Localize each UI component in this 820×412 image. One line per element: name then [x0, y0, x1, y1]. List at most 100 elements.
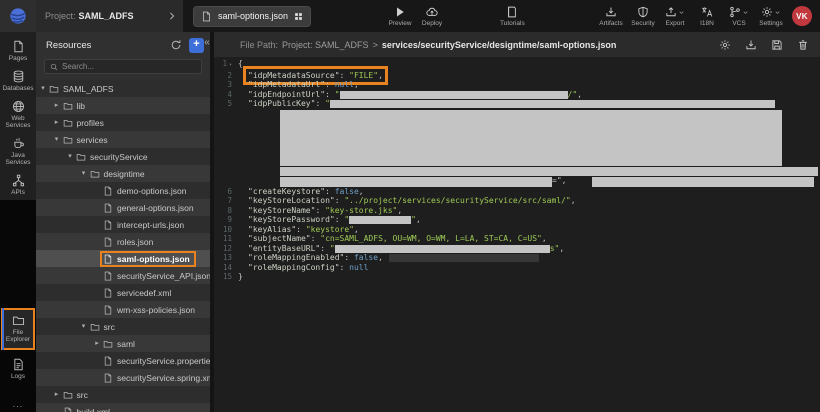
grid-icon[interactable]	[294, 12, 303, 21]
line-number: 15	[214, 272, 238, 282]
trash-icon[interactable]	[797, 39, 809, 51]
code-line-content: "roleMappingConfig": null	[248, 263, 368, 273]
code-line-content: =",	[280, 176, 814, 187]
tree-item-label: lib	[77, 101, 86, 111]
preview-button[interactable]: Preview	[385, 3, 415, 29]
tree-item-build-xml[interactable]: build.xml	[36, 403, 210, 412]
tree-item-src[interactable]: ▸src	[36, 386, 210, 403]
tree-item-general-options-json[interactable]: general-options.json	[36, 199, 210, 216]
vcs-button[interactable]: VCS	[724, 3, 754, 29]
code-line-11[interactable]: 11"subjectName": "cn=SAML_ADFS, OU=WM, O…	[214, 234, 820, 244]
code-line-10[interactable]: 10"keyAlias": "keystore",	[214, 225, 820, 235]
code-line-14[interactable]: 14"roleMappingConfig": null	[214, 263, 820, 273]
chevron-down-icon[interactable]: ▾	[65, 152, 75, 162]
download-icon[interactable]	[745, 39, 757, 51]
code-line-content: "idpPublicKey": "	[248, 99, 775, 109]
collapse-panel-icon[interactable]: «	[201, 37, 213, 49]
project-selector[interactable]: Project: SAML_ADFS	[36, 0, 183, 32]
chevron-right-icon[interactable]: ▸	[52, 390, 62, 400]
chevron-down-icon[interactable]: ▾	[52, 135, 62, 145]
panel-divider[interactable]	[210, 32, 214, 412]
open-file-tab[interactable]: saml-options.json	[193, 6, 311, 27]
sidebar-item-java-services[interactable]: Java Services	[0, 133, 36, 170]
sidebar-item-file-explorer[interactable]: File Explorer	[1, 308, 35, 350]
line-number: 13	[214, 253, 238, 263]
tree-item-saml-adfs[interactable]: ▾SAML_ADFS	[36, 80, 210, 97]
chevron-right-icon[interactable]: ▸	[92, 339, 102, 349]
code-token: :	[340, 263, 350, 272]
line-number: 5	[214, 99, 238, 109]
code-line-13[interactable]: 13"roleMappingEnabled": false,	[214, 253, 820, 263]
chevron-right-icon[interactable]: ▸	[52, 101, 62, 111]
tree-item-roles-json[interactable]: roles.json	[36, 233, 210, 250]
security-button[interactable]: Security	[628, 3, 658, 29]
code-line-content: }	[238, 272, 243, 282]
deploy-button[interactable]: Deploy	[417, 3, 447, 29]
save-icon[interactable]	[771, 39, 783, 51]
chevron-right-icon[interactable]: ▸	[52, 118, 62, 128]
sidebar-item-databases[interactable]: Databases	[0, 66, 36, 96]
left-navigation-rail: PagesDatabasesWeb ServicesJava ServicesA…	[0, 32, 36, 412]
tree-item-saml-options-json[interactable]: saml-options.json	[36, 250, 210, 267]
code-token: /"	[568, 90, 578, 99]
app-window: Project: SAML_ADFS saml-options.json Pre…	[0, 0, 820, 412]
sidebar-item-apis[interactable]: APIs	[0, 170, 36, 200]
code-line-6[interactable]: 6"createKeystore": false,	[214, 187, 820, 197]
tree-item-designtime[interactable]: ▾designtime	[36, 165, 210, 182]
tree-item-demo-options-json[interactable]: demo-options.json	[36, 182, 210, 199]
code-line-12[interactable]: 12"entityBaseURL": "s",	[214, 244, 820, 254]
redacted-value	[280, 110, 782, 166]
chevron-down-icon[interactable]: ▾	[79, 322, 89, 332]
export-button[interactable]: Export	[660, 3, 690, 29]
tree-item-wm-xss-policies-json[interactable]: wm-xss-policies.json	[36, 301, 210, 318]
code-line-15[interactable]: 15}	[214, 272, 820, 282]
gear-icon[interactable]	[719, 39, 731, 51]
settings-button[interactable]: Settings	[756, 3, 786, 29]
sidebar-item-logs[interactable]: Logs	[0, 354, 36, 384]
tree-item-securityservice-properties[interactable]: securityService.properties	[36, 352, 210, 369]
tree-item-profiles[interactable]: ▸profiles	[36, 114, 210, 131]
tree-item-lib[interactable]: ▸ lib	[36, 97, 210, 114]
tree-item-securityservice-spring-xml[interactable]: securityService.spring.xml	[36, 369, 210, 386]
code-line-wrapped[interactable]: =",	[214, 176, 820, 187]
rail-overflow-button[interactable]: ...	[0, 400, 36, 408]
code-line-1[interactable]: 1▾{	[214, 59, 820, 71]
file-icon	[103, 203, 113, 213]
pages-icon	[12, 40, 25, 53]
tree-item-services[interactable]: ▾services	[36, 131, 210, 148]
i18n-button[interactable]: I18N	[692, 3, 722, 29]
code-token: "key-store.jks"	[325, 206, 397, 215]
code-editor[interactable]: 1▾{2"idpMetadataSource": "FILE",3"idpMet…	[214, 57, 820, 282]
code-line-wrapped[interactable]	[214, 166, 820, 176]
chevron-down-icon[interactable]: ▾	[79, 169, 89, 179]
code-line-5[interactable]: 5 "idpPublicKey": "	[214, 99, 820, 109]
sidebar-item-web-services[interactable]: Web Services	[0, 96, 36, 133]
code-line-7[interactable]: 7"keyStoreLocation": "../project/service…	[214, 196, 820, 206]
chevron-down-icon[interactable]: ▾	[38, 84, 48, 94]
refresh-icon[interactable]	[170, 39, 182, 51]
sidebar-item-pages[interactable]: Pages	[0, 36, 36, 66]
code-line-3[interactable]: 3"idpMetadataUrl": null,	[214, 80, 820, 90]
chevron-down-icon	[678, 9, 685, 16]
tree-item-label: saml	[117, 339, 135, 349]
code-line-wrapped[interactable]	[214, 109, 820, 166]
tree-item-securityservice[interactable]: ▾securityService	[36, 148, 210, 165]
tree-item-servicedef-xml[interactable]: servicedef.xml	[36, 284, 210, 301]
user-avatar[interactable]: VK	[792, 6, 812, 26]
fold-toggle-icon[interactable]: ▾	[229, 62, 232, 68]
tree-item-securityservice-api-json[interactable]: securityService_API.json	[36, 267, 210, 284]
code-token: "keyAlias"	[248, 225, 296, 234]
code-line-9[interactable]: 9"keyStorePassword": "",	[214, 215, 820, 225]
code-token: ,	[577, 90, 582, 99]
artifacts-button[interactable]: Artifacts	[596, 3, 626, 29]
code-line-4[interactable]: 4"idpEndpointUrl": "/",	[214, 90, 820, 100]
tree-item-src[interactable]: ▾src	[36, 318, 210, 335]
tutorials-button[interactable]: Tutorials	[497, 3, 528, 29]
tree-item-saml[interactable]: ▸ saml	[36, 335, 210, 352]
code-line-2[interactable]: 2"idpMetadataSource": "FILE",	[214, 71, 820, 81]
search-input[interactable]	[62, 62, 196, 71]
code-line-8[interactable]: 8"keyStoreName": "key-store.jks",	[214, 206, 820, 216]
tree-item-label: securityService.properties	[117, 356, 210, 366]
chevron-right-icon[interactable]	[167, 11, 177, 21]
tree-item-intercept-urls-json[interactable]: intercept-urls.json	[36, 216, 210, 233]
